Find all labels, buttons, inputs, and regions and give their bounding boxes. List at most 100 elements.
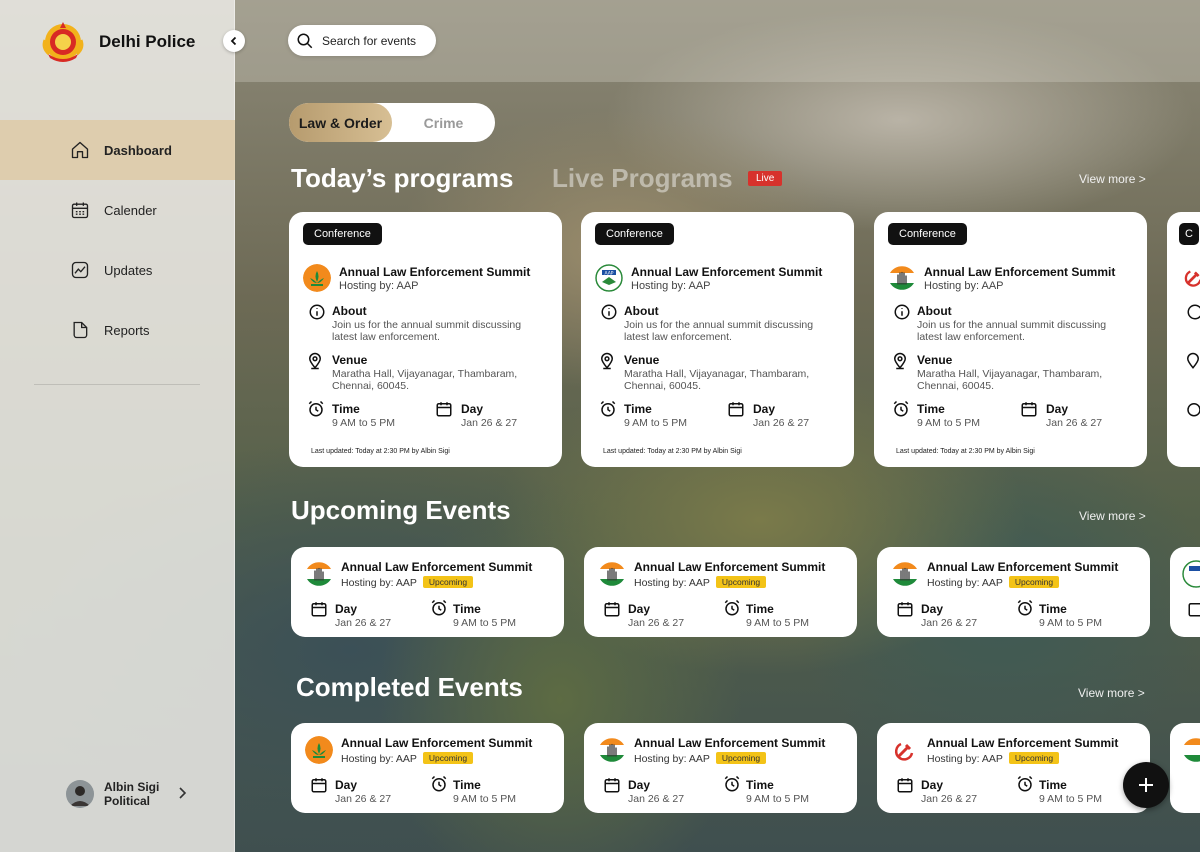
info-icon <box>309 304 325 320</box>
avatar <box>66 780 94 808</box>
category-tag: C <box>1179 223 1199 245</box>
time-value: 9 AM to 5 PM <box>746 793 810 805</box>
sidebar-item-label: Calender <box>104 202 157 218</box>
alarm-clock-icon <box>724 775 740 792</box>
user-profile[interactable]: Albin Sigi Political <box>66 780 196 808</box>
time-value: 9 AM to 5 PM <box>332 417 396 429</box>
toggle-crime[interactable]: Crime <box>392 103 495 142</box>
venue-text: Maratha Hall, Vijayanagar, Thambaram, Ch… <box>332 368 518 392</box>
day-label: Day <box>335 602 358 616</box>
event-title: Annual Law Enforcement Summit <box>927 736 1119 750</box>
category-tag: Conference <box>303 223 382 245</box>
completed-event-card[interactable]: Annual Law Enforcement Summit Hosting by… <box>291 723 564 813</box>
time-label: Time <box>917 402 945 416</box>
day-value: Jan 26 & 27 <box>753 417 810 429</box>
sidebar: Delhi Police Dashboard Calender Updates … <box>0 0 235 852</box>
completed-event-card-partial[interactable] <box>1170 723 1200 813</box>
about-label: About <box>624 304 659 318</box>
day-label: Day <box>461 402 484 416</box>
svg-text:AAP: AAP <box>605 271 614 277</box>
event-title: Annual Law Enforcement Summit <box>634 560 826 574</box>
calendar-icon <box>897 778 913 793</box>
day-label: Day <box>1046 402 1069 416</box>
time-label: Time <box>624 402 652 416</box>
add-event-button[interactable] <box>1123 762 1169 808</box>
program-card[interactable]: Conference Annual Law Enforcement Summit… <box>874 212 1147 467</box>
venue-text: Maratha Hall, Vijayanagar, Thambaram, Ch… <box>624 368 810 392</box>
last-updated-text: Last updated: Today at 2:30 PM by Albin … <box>603 448 742 455</box>
alarm-clock-icon <box>600 400 616 417</box>
about-text: Join us for the annual summit discussing… <box>624 319 814 343</box>
category-tag: Conference <box>595 223 674 245</box>
sidebar-collapse-button[interactable] <box>223 30 245 52</box>
upcoming-event-card-partial[interactable] <box>1170 547 1200 637</box>
about-text: Join us for the annual summit discussing… <box>917 319 1107 343</box>
event-title: Annual Law Enforcement Summit <box>341 736 533 750</box>
day-value: Jan 26 & 27 <box>335 617 392 629</box>
event-host: Hosting by: AAP <box>634 753 710 765</box>
program-card-partial[interactable]: C <box>1167 212 1200 467</box>
sidebar-item-updates[interactable]: Updates <box>0 240 235 300</box>
chevron-right-icon[interactable] <box>178 786 188 800</box>
search-input[interactable] <box>322 33 432 48</box>
sidebar-item-label: Reports <box>104 322 150 338</box>
toggle-law-and-order[interactable]: Law & Order <box>289 103 392 142</box>
calendar-icon <box>897 602 913 617</box>
category-toggle: Law & Order Crime <box>289 103 495 142</box>
sidebar-item-reports[interactable]: Reports <box>0 300 235 360</box>
time-label: Time <box>453 778 481 792</box>
time-label: Time <box>453 602 481 616</box>
upcoming-event-card[interactable]: Annual Law Enforcement Summit Hosting by… <box>877 547 1150 637</box>
venue-label: Venue <box>917 353 953 367</box>
venue-label: Venue <box>624 353 660 367</box>
upcoming-event-card[interactable]: Annual Law Enforcement Summit Hosting by… <box>291 547 564 637</box>
sidebar-item-label: Updates <box>104 262 153 278</box>
time-label: Time <box>746 778 774 792</box>
congress-hand-logo-icon <box>598 736 626 764</box>
time-value: 9 AM to 5 PM <box>1039 793 1103 805</box>
tab-todays-programs[interactable]: Today’s programs <box>291 163 514 194</box>
alarm-clock-icon <box>308 400 324 417</box>
search-bar[interactable] <box>288 25 436 56</box>
location-pin-icon <box>308 352 322 370</box>
view-more-todays[interactable]: View more > <box>1079 172 1146 186</box>
view-more-upcoming[interactable]: View more > <box>1079 509 1146 523</box>
brand[interactable]: Delhi Police <box>40 18 195 64</box>
category-tag: Conference <box>888 223 967 245</box>
congress-hand-logo-icon <box>598 560 626 588</box>
program-card[interactable]: Conference AAP Annual Law Enforcement Su… <box>581 212 854 467</box>
chevron-left-icon <box>230 36 237 46</box>
day-value: Jan 26 & 27 <box>628 793 685 805</box>
live-badge: Live <box>748 171 783 186</box>
tab-live-programs[interactable]: Live Programs <box>552 163 733 194</box>
sidebar-item-calender[interactable]: Calender <box>0 180 235 240</box>
event-title: Annual Law Enforcement Summit <box>927 560 1119 574</box>
alarm-clock-icon <box>431 775 447 792</box>
calendar-icon <box>728 402 744 417</box>
calendar-icon <box>1021 402 1037 417</box>
congress-hand-logo-icon <box>891 560 919 588</box>
event-host: Hosting by: AAP <box>339 280 419 292</box>
view-more-completed[interactable]: View more > <box>1078 686 1145 700</box>
day-label: Day <box>921 602 944 616</box>
event-host: Hosting by: AAP <box>927 577 1003 589</box>
time-value: 9 AM to 5 PM <box>1039 617 1103 629</box>
status-badge: Upcoming <box>715 576 767 588</box>
bjp-lotus-logo-icon <box>303 264 331 292</box>
program-card[interactable]: Conference Annual Law Enforcement Summit… <box>289 212 562 467</box>
status-badge: Upcoming <box>715 752 767 764</box>
venue-text: Maratha Hall, Vijayanagar, Thambaram, Ch… <box>917 368 1103 392</box>
upcoming-event-card[interactable]: Annual Law Enforcement Summit Hosting by… <box>584 547 857 637</box>
time-value: 9 AM to 5 PM <box>917 417 981 429</box>
completed-event-card[interactable]: Annual Law Enforcement Summit Hosting by… <box>877 723 1150 813</box>
search-icon <box>297 33 313 48</box>
alarm-clock-icon <box>1017 775 1033 792</box>
sidebar-item-label: Dashboard <box>104 142 172 158</box>
event-host: Hosting by: AAP <box>927 753 1003 765</box>
sidebar-item-dashboard[interactable]: Dashboard <box>0 120 235 180</box>
event-host: Hosting by: AAP <box>924 280 1004 292</box>
document-icon <box>73 321 88 339</box>
event-host: Hosting by: AAP <box>341 753 417 765</box>
completed-event-card[interactable]: Annual Law Enforcement Summit Hosting by… <box>584 723 857 813</box>
day-label: Day <box>921 778 944 792</box>
